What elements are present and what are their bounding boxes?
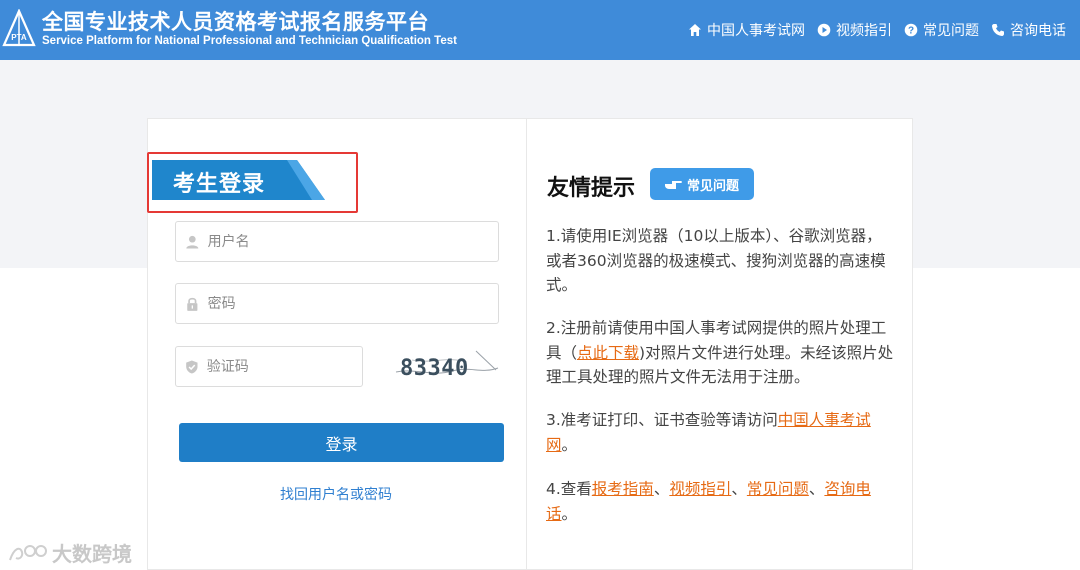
captcha-text: 83340	[400, 356, 469, 381]
top-nav: 中国人事考试网 视频指引 ? 常见问题 咨询电话	[688, 20, 1066, 40]
pta-logo: PTA	[2, 9, 36, 47]
tip-3: 3.准考证打印、证书查验等请访问中国人事考试网。	[546, 408, 896, 457]
nav-faq[interactable]: ? 常见问题	[904, 20, 979, 40]
faq-badge-button[interactable]: 常见问题	[650, 168, 754, 200]
forgot-credentials-link[interactable]: 找回用户名或密码	[280, 484, 392, 504]
login-button[interactable]: 登录	[179, 423, 504, 462]
video-guide-link[interactable]: 视频指引	[669, 480, 731, 498]
watermark: 大数跨境	[8, 538, 132, 567]
tip-separator: 、	[808, 480, 825, 498]
photo-tool-download-link[interactable]: 点此下载	[577, 344, 639, 362]
tip-2: 2.注册前请使用中国人事考试网提供的照片处理工具（点此下载)对照片文件进行处理。…	[546, 316, 896, 390]
tip-separator: 、	[731, 480, 747, 498]
nav-video-guide[interactable]: 视频指引	[817, 20, 892, 40]
platform-subtitle: Service Platform for National Profession…	[42, 35, 457, 47]
exam-guide-link[interactable]: 报考指南	[592, 480, 654, 498]
captcha-image[interactable]: 83340	[392, 346, 500, 386]
watermark-logo-icon	[9, 544, 47, 560]
tip-text: 。	[561, 504, 578, 523]
user-icon	[186, 235, 199, 248]
username-field[interactable]	[175, 221, 499, 262]
nav-label: 咨询电话	[1010, 23, 1066, 39]
highlight-box	[147, 152, 358, 213]
captcha-field[interactable]	[175, 346, 363, 387]
lock-icon	[187, 297, 198, 311]
tip-4: 4.查看报考指南、视频指引、常见问题、咨询电话。	[546, 477, 896, 526]
pointing-hand-icon	[665, 181, 682, 189]
platform-title: 全国专业技术人员资格考试报名服务平台	[42, 10, 429, 34]
tip-text: 。	[561, 435, 578, 454]
svg-text:PTA: PTA	[11, 33, 27, 42]
nav-cpta-site[interactable]: 中国人事考试网	[688, 20, 805, 40]
tip-separator: 、	[653, 480, 670, 498]
nav-consult-phone[interactable]: 咨询电话	[991, 20, 1066, 40]
phone-icon	[992, 24, 1004, 36]
password-field[interactable]	[175, 283, 499, 324]
username-input[interactable]	[207, 233, 498, 250]
captcha-input[interactable]	[206, 358, 362, 375]
tip-text: 3.准考证打印、证书查验等请访问	[546, 411, 778, 429]
tip-text: 4.查看	[546, 480, 592, 498]
faq-badge-label: 常见问题	[687, 178, 740, 194]
play-icon	[817, 23, 831, 37]
password-input[interactable]	[207, 295, 498, 312]
nav-label: 中国人事考试网	[707, 23, 805, 39]
card-divider	[526, 118, 527, 570]
home-icon	[689, 24, 701, 36]
tips-title: 友情提示	[547, 176, 636, 201]
nav-label: 视频指引	[836, 23, 892, 39]
faq-link[interactable]: 常见问题	[747, 480, 809, 498]
top-header: PTA 全国专业技术人员资格考试报名服务平台 Service Platform …	[0, 0, 1080, 60]
shield-check-icon	[186, 359, 198, 374]
question-icon: ?	[904, 23, 918, 37]
nav-label: 常见问题	[923, 23, 979, 39]
watermark-text: 大数跨境	[52, 542, 132, 566]
svg-text:?: ?	[908, 26, 914, 37]
tip-1: 1.请使用IE浏览器（10以上版本）、谷歌浏览器，或者360浏览器的极速模式、搜…	[546, 227, 886, 294]
